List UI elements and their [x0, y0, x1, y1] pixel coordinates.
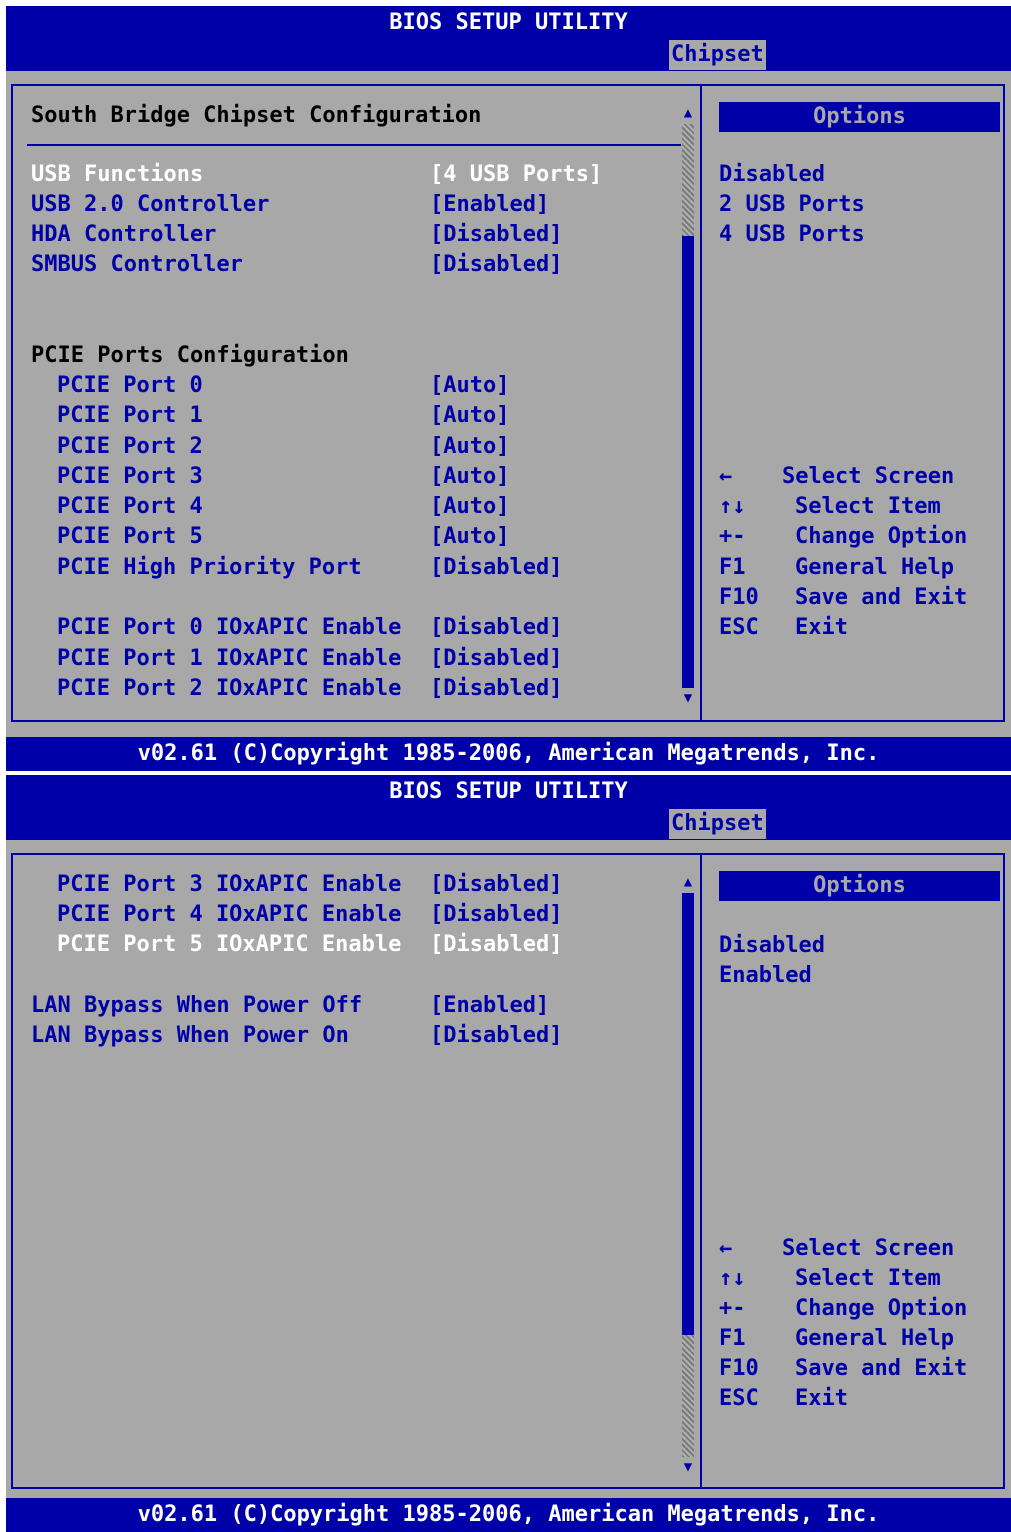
setting-value-hda-controller[interactable]: [Disabled] [430, 220, 562, 250]
setting-lan-bypass-power-on[interactable]: LAN Bypass When Power On [31, 1021, 349, 1051]
main-panel: PCIE Port 3 IOxAPIC Enable [Disabled] PC… [11, 853, 1005, 1489]
setting-pcie-port-5-ioxapic[interactable]: PCIE Port 5 IOxAPIC Enable [57, 930, 401, 960]
scroll-down-arrow-icon[interactable]: ▼ [682, 691, 694, 705]
option-item[interactable]: 4 USB Ports [719, 220, 865, 250]
left-arrow-key-icon: ← [719, 1236, 733, 1261]
help-change-option: Change Option [795, 1296, 968, 1321]
help-key-f1: F1 [719, 555, 746, 580]
setting-value-pcie-port-2-ioxapic[interactable]: [Disabled] [430, 674, 562, 704]
setting-value-lan-bypass-power-on[interactable]: [Disabled] [430, 1021, 562, 1051]
setting-pcie-port-4[interactable]: PCIE Port 4 [57, 492, 203, 522]
setting-value-pcie-port-4-ioxapic[interactable]: [Disabled] [430, 900, 562, 930]
setting-hda-controller[interactable]: HDA Controller [31, 220, 216, 250]
help-save-and-exit: Save and Exit [795, 1356, 968, 1381]
panel-divider [700, 855, 702, 1487]
help-key-f10: F10 [719, 585, 759, 610]
section-heading: South Bridge Chipset Configuration [31, 103, 482, 128]
setting-pcie-port-3[interactable]: PCIE Port 3 [57, 462, 203, 492]
scrollbar-thumb[interactable] [682, 1335, 694, 1457]
plus-minus-key-icon: +- [719, 524, 746, 549]
plus-minus-key-icon: +- [719, 1296, 746, 1321]
help-key-esc: ESC [719, 1386, 759, 1411]
scroll-up-arrow-icon[interactable]: ▲ [682, 106, 694, 120]
heading-divider [27, 144, 681, 146]
title-bar: BIOS SETUP UTILITY [6, 775, 1011, 808]
tab-chipset[interactable]: Chipset [669, 40, 766, 70]
option-item[interactable]: Enabled [719, 961, 812, 991]
setting-pcie-port-5[interactable]: PCIE Port 5 [57, 522, 203, 552]
help-key-f10: F10 [719, 1356, 759, 1381]
tab-bar: Chipset [6, 39, 1011, 71]
setting-value-usb2-controller[interactable]: [Enabled] [430, 190, 549, 220]
setting-value-pcie-port-3-ioxapic[interactable]: [Disabled] [430, 870, 562, 900]
setting-pcie-port-0[interactable]: PCIE Port 0 [57, 371, 203, 401]
setting-pcie-port-0-ioxapic[interactable]: PCIE Port 0 IOxAPIC Enable [57, 613, 401, 643]
setting-usb2-controller[interactable]: USB 2.0 Controller [31, 190, 269, 220]
setting-value-pcie-port-1-ioxapic[interactable]: [Disabled] [430, 644, 562, 674]
setting-pcie-port-3-ioxapic[interactable]: PCIE Port 3 IOxAPIC Enable [57, 870, 401, 900]
setting-usb-functions[interactable]: USB Functions [31, 160, 203, 190]
copyright-footer: v02.61 (C)Copyright 1985-2006, American … [6, 737, 1011, 771]
option-item[interactable]: Disabled [719, 931, 825, 961]
help-general-help: General Help [795, 1326, 954, 1351]
tab-bar: Chipset [6, 808, 1011, 840]
setting-value-pcie-port-0-ioxapic[interactable]: [Disabled] [430, 613, 562, 643]
help-select-item: Select Item [795, 1266, 941, 1291]
help-select-screen: Select Screen [782, 464, 955, 489]
scroll-down-arrow-icon[interactable]: ▼ [682, 1460, 694, 1474]
help-key-esc: ESC [719, 615, 759, 640]
title-bar: BIOS SETUP UTILITY [6, 6, 1011, 39]
setting-pcie-port-2[interactable]: PCIE Port 2 [57, 432, 203, 462]
option-item[interactable]: 2 USB Ports [719, 190, 865, 220]
options-header: Options [719, 871, 1000, 901]
setting-pcie-port-1[interactable]: PCIE Port 1 [57, 401, 203, 431]
up-down-arrow-key-icon: ↑↓ [719, 1266, 746, 1291]
setting-value-pcie-high-priority-port[interactable]: [Disabled] [430, 553, 562, 583]
setting-value-pcie-port-5[interactable]: [Auto] [430, 522, 509, 552]
panel-divider [700, 86, 702, 720]
setting-pcie-port-4-ioxapic[interactable]: PCIE Port 4 IOxAPIC Enable [57, 900, 401, 930]
help-general-help: General Help [795, 555, 954, 580]
setting-value-pcie-port-2[interactable]: [Auto] [430, 432, 509, 462]
scroll-up-arrow-icon[interactable]: ▲ [682, 875, 694, 889]
setting-pcie-port-1-ioxapic[interactable]: PCIE Port 1 IOxAPIC Enable [57, 644, 401, 674]
bios-screen-1: BIOS SETUP UTILITY Chipset South Bridge … [6, 6, 1011, 771]
setting-pcie-high-priority-port[interactable]: PCIE High Priority Port [57, 553, 362, 583]
setting-pcie-port-2-ioxapic[interactable]: PCIE Port 2 IOxAPIC Enable [57, 674, 401, 704]
setting-value-lan-bypass-power-off[interactable]: [Enabled] [430, 991, 549, 1021]
setting-smbus-controller[interactable]: SMBUS Controller [31, 250, 243, 280]
setting-value-pcie-port-4[interactable]: [Auto] [430, 492, 509, 522]
pcie-section-heading: PCIE Ports Configuration [31, 343, 349, 368]
help-select-screen: Select Screen [782, 1236, 955, 1261]
scrollbar-thumb[interactable] [682, 124, 694, 236]
setting-value-pcie-port-5-ioxapic[interactable]: [Disabled] [430, 930, 562, 960]
main-panel: South Bridge Chipset Configuration USB F… [11, 84, 1005, 722]
left-arrow-key-icon: ← [719, 464, 733, 489]
help-select-item: Select Item [795, 494, 941, 519]
option-item[interactable]: Disabled [719, 160, 825, 190]
tab-chipset[interactable]: Chipset [669, 809, 766, 839]
help-exit: Exit [795, 615, 848, 640]
setting-value-pcie-port-1[interactable]: [Auto] [430, 401, 509, 431]
up-down-arrow-key-icon: ↑↓ [719, 494, 746, 519]
setting-lan-bypass-power-off[interactable]: LAN Bypass When Power Off [31, 991, 362, 1021]
options-header: Options [719, 102, 1000, 132]
help-save-and-exit: Save and Exit [795, 585, 968, 610]
bios-screen-2: BIOS SETUP UTILITY Chipset PCIE Port 3 I… [6, 775, 1011, 1532]
help-exit: Exit [795, 1386, 848, 1411]
scrollbar[interactable]: ▲ ▼ [682, 106, 694, 706]
help-change-option: Change Option [795, 524, 968, 549]
copyright-footer: v02.61 (C)Copyright 1985-2006, American … [6, 1498, 1011, 1532]
setting-value-usb-functions[interactable]: [4 USB Ports] [430, 160, 602, 190]
setting-value-pcie-port-0[interactable]: [Auto] [430, 371, 509, 401]
help-key-f1: F1 [719, 1326, 746, 1351]
scrollbar[interactable]: ▲ ▼ [682, 875, 694, 1475]
setting-value-smbus-controller[interactable]: [Disabled] [430, 250, 562, 280]
setting-value-pcie-port-3[interactable]: [Auto] [430, 462, 509, 492]
